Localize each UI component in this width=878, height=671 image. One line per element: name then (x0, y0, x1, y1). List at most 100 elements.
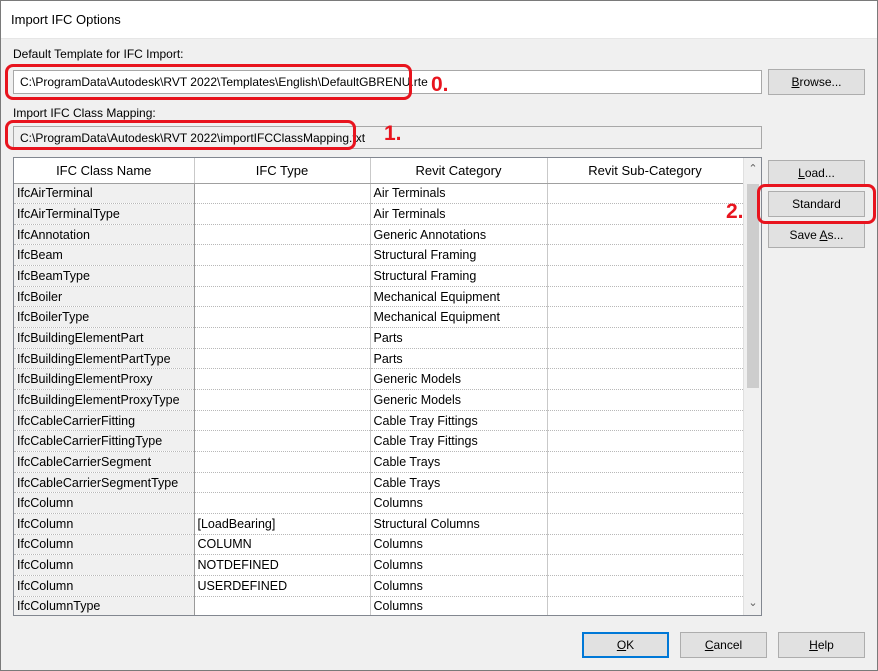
table-row[interactable]: IfcCableCarrierFittingType Cable Tray Fit… (14, 430, 744, 453)
revit-subcategory-cell[interactable] (547, 286, 744, 308)
help-button[interactable]: Help (778, 632, 865, 658)
revit-subcategory-cell[interactable] (547, 348, 744, 370)
ifc-type-cell[interactable] (194, 265, 371, 287)
revit-subcategory-cell[interactable] (547, 224, 744, 246)
revit-category-cell[interactable]: Columns (370, 492, 548, 514)
column-header[interactable]: Revit Category (370, 158, 548, 184)
ifc-type-cell[interactable] (194, 327, 371, 349)
ifc-type-cell[interactable] (194, 430, 371, 453)
revit-subcategory-cell[interactable] (547, 389, 744, 411)
ifc-class-name-cell[interactable]: IfcCableCarrierSegment (14, 451, 195, 473)
ifc-class-name-cell[interactable]: IfcCableCarrierFitting (14, 410, 195, 432)
ifc-type-cell[interactable]: COLUMN (194, 534, 371, 556)
cancel-button[interactable]: Cancel (680, 632, 767, 658)
table-row[interactable]: IfcAirTerminalType Air Terminals (14, 203, 744, 225)
revit-subcategory-cell[interactable] (547, 596, 744, 615)
table-row[interactable]: IfcColumn [LoadBearing] Structural Columns (14, 513, 744, 535)
ifc-type-cell[interactable] (194, 203, 371, 225)
save-as-button[interactable]: Save As... (768, 222, 865, 248)
revit-category-cell[interactable]: Parts (370, 348, 548, 370)
ifc-class-name-cell[interactable]: IfcAirTerminal (14, 183, 195, 205)
ifc-type-cell[interactable] (194, 368, 371, 391)
table-row[interactable]: IfcCableCarrierSegment Cable Trays (14, 451, 744, 473)
ifc-type-cell[interactable] (194, 410, 371, 432)
ifc-type-cell[interactable] (194, 348, 371, 370)
revit-subcategory-cell[interactable] (547, 534, 744, 556)
table-row[interactable]: IfcBuildingElementProxyType Generic Model… (14, 389, 744, 411)
revit-category-cell[interactable]: Cable Tray Fittings (370, 410, 548, 432)
table-row[interactable]: IfcBuildingElementPart Parts (14, 327, 744, 349)
revit-category-cell[interactable]: Columns (370, 554, 548, 576)
ifc-class-name-cell[interactable]: IfcAirTerminalType (14, 203, 195, 225)
ifc-class-name-cell[interactable]: IfcBuildingElementPart (14, 327, 195, 349)
table-row[interactable]: IfcBoiler Mechanical Equipment (14, 286, 744, 308)
standard-button[interactable]: Standard (768, 191, 865, 217)
revit-category-cell[interactable]: Structural Framing (370, 244, 548, 267)
revit-subcategory-cell[interactable] (547, 513, 744, 535)
ifc-class-name-cell[interactable]: IfcAnnotation (14, 224, 195, 246)
ifc-class-name-cell[interactable]: IfcColumn (14, 554, 195, 576)
ifc-class-name-cell[interactable]: IfcColumn (14, 534, 195, 556)
revit-category-cell[interactable]: Cable Trays (370, 451, 548, 473)
ifc-type-cell[interactable] (194, 306, 371, 329)
revit-subcategory-cell[interactable] (547, 265, 744, 287)
ifc-class-name-cell[interactable]: IfcBoiler (14, 286, 195, 308)
table-row[interactable]: IfcColumn USERDEFINED Columns (14, 575, 744, 597)
ifc-type-cell[interactable] (194, 244, 371, 267)
revit-subcategory-cell[interactable] (547, 554, 744, 576)
revit-category-cell[interactable]: Generic Models (370, 389, 548, 411)
revit-subcategory-cell[interactable] (547, 244, 744, 267)
ifc-class-name-cell[interactable]: IfcColumn (14, 575, 195, 597)
revit-subcategory-cell[interactable] (547, 492, 744, 514)
revit-category-cell[interactable]: Mechanical Equipment (370, 306, 548, 329)
table-row[interactable]: IfcAnnotation Generic Annotations (14, 224, 744, 246)
ifc-class-name-cell[interactable]: IfcColumn (14, 492, 195, 514)
revit-category-cell[interactable]: Generic Models (370, 368, 548, 391)
table-row[interactable]: IfcColumn NOTDEFINED Columns (14, 554, 744, 576)
table-row[interactable]: IfcCableCarrierSegmentType Cable Trays (14, 472, 744, 494)
column-header[interactable]: IFC Class Name (14, 158, 195, 184)
revit-category-cell[interactable]: Generic Annotations (370, 224, 548, 246)
revit-category-cell[interactable]: Columns (370, 534, 548, 556)
ifc-class-name-cell[interactable]: IfcBeam (14, 244, 195, 267)
revit-category-cell[interactable]: Columns (370, 596, 548, 615)
ifc-class-name-cell[interactable]: IfcBuildingElementPartType (14, 348, 195, 370)
ifc-type-cell[interactable] (194, 596, 371, 615)
revit-subcategory-cell[interactable] (547, 451, 744, 473)
load-button[interactable]: Load... (768, 160, 865, 186)
scroll-up-icon[interactable]: ⌃ (744, 162, 762, 175)
revit-category-cell[interactable]: Cable Tray Fittings (370, 430, 548, 453)
revit-category-cell[interactable]: Columns (370, 575, 548, 597)
ifc-type-cell[interactable] (194, 389, 371, 411)
scroll-down-icon[interactable]: ⌄ (744, 596, 762, 609)
revit-subcategory-cell[interactable] (547, 183, 744, 205)
table-row[interactable]: IfcColumnType Columns (14, 596, 744, 615)
ifc-class-name-cell[interactable]: IfcCableCarrierFittingType (14, 430, 195, 453)
revit-subcategory-cell[interactable] (547, 472, 744, 494)
table-row[interactable]: IfcBoilerType Mechanical Equipment (14, 306, 744, 329)
ifc-class-name-cell[interactable]: IfcCableCarrierSegmentType (14, 472, 195, 494)
revit-subcategory-cell[interactable] (547, 575, 744, 597)
revit-subcategory-cell[interactable] (547, 203, 744, 225)
ifc-type-cell[interactable]: USERDEFINED (194, 575, 371, 597)
ifc-type-cell[interactable] (194, 286, 371, 308)
table-row[interactable]: IfcAirTerminal Air Terminals (14, 183, 744, 205)
revit-category-cell[interactable]: Structural Columns (370, 513, 548, 535)
browse-button[interactable]: Browse... (768, 69, 865, 95)
revit-category-cell[interactable]: Cable Trays (370, 472, 548, 494)
ifc-class-name-cell[interactable]: IfcBeamType (14, 265, 195, 287)
revit-subcategory-cell[interactable] (547, 430, 744, 453)
revit-category-cell[interactable]: Mechanical Equipment (370, 286, 548, 308)
table-row[interactable]: IfcColumn Columns (14, 492, 744, 514)
ifc-type-cell[interactable]: NOTDEFINED (194, 554, 371, 576)
ok-button[interactable]: OK (582, 632, 669, 658)
ifc-type-cell[interactable] (194, 224, 371, 246)
revit-subcategory-cell[interactable] (547, 410, 744, 432)
table-vertical-scrollbar[interactable]: ⌃ ⌄ (743, 158, 761, 615)
column-header[interactable]: Revit Sub-Category (547, 158, 744, 184)
table-row[interactable]: IfcBuildingElementProxy Generic Models (14, 368, 744, 391)
table-row[interactable]: IfcBuildingElementPartType Parts (14, 348, 744, 370)
ifc-class-name-cell[interactable]: IfcColumn (14, 513, 195, 535)
ifc-type-cell[interactable] (194, 492, 371, 514)
ifc-type-cell[interactable]: [LoadBearing] (194, 513, 371, 535)
